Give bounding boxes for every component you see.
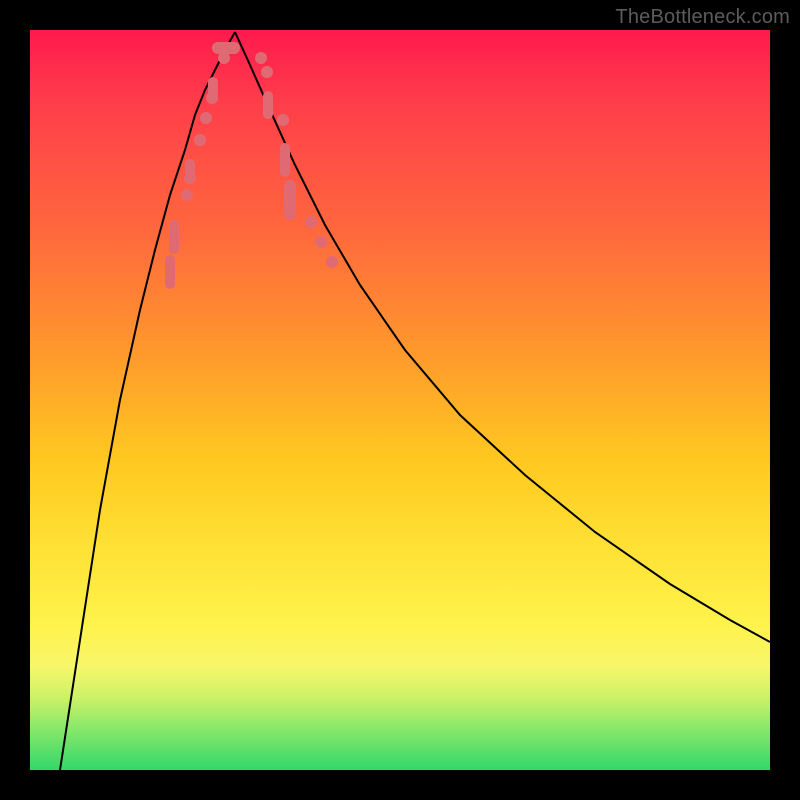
data-marker (200, 112, 212, 124)
outer-frame: TheBottleneck.com (0, 0, 800, 800)
data-marker (263, 91, 273, 119)
data-marker (255, 52, 267, 64)
data-marker (261, 66, 273, 78)
data-marker (315, 236, 327, 248)
left-curve (60, 32, 235, 770)
data-marker (169, 220, 179, 254)
data-marker (212, 42, 240, 54)
right-curve (235, 32, 770, 642)
data-marker (280, 143, 290, 177)
data-marker (277, 114, 289, 126)
data-marker (208, 77, 218, 99)
plot-area (30, 30, 770, 770)
data-marker (194, 134, 206, 146)
data-marker (181, 189, 193, 201)
markers-group (165, 42, 338, 289)
data-marker (165, 255, 175, 289)
chart-svg (30, 30, 770, 770)
data-marker (284, 180, 296, 220)
data-marker (185, 159, 195, 179)
data-marker (305, 216, 317, 228)
data-marker (326, 256, 338, 268)
watermark-text: TheBottleneck.com (615, 6, 790, 29)
